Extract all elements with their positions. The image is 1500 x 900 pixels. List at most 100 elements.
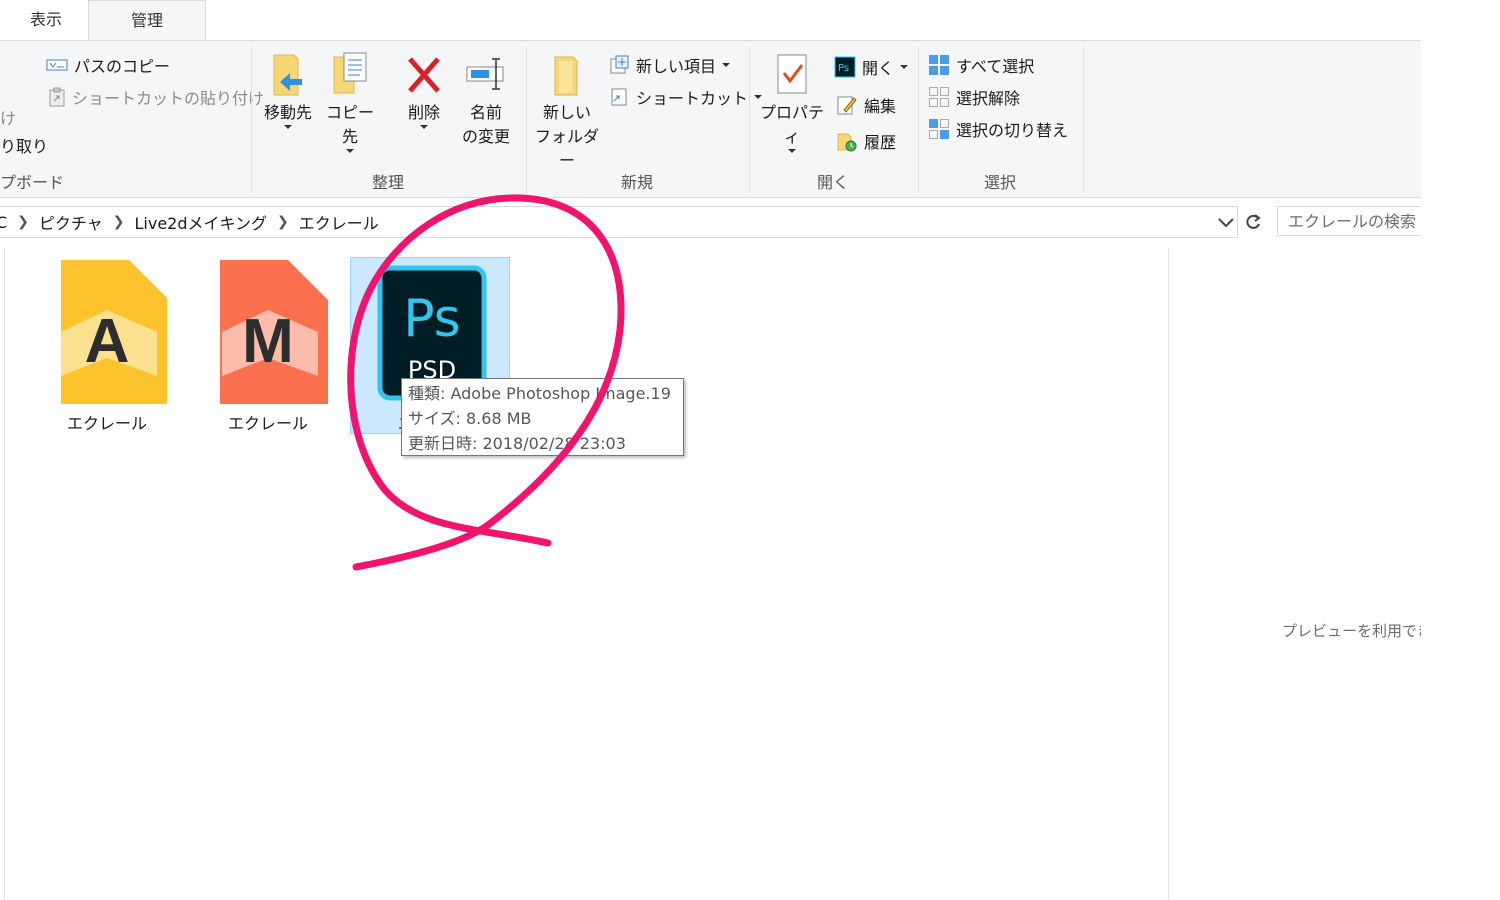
address-dropdown-icon[interactable]: [1216, 213, 1236, 231]
rename-label-line1: 名前: [469, 103, 502, 122]
delete-button[interactable]: 削除: [398, 51, 450, 129]
svg-text:Ps: Ps: [403, 289, 461, 349]
file-item[interactable]: A エクレール: [28, 258, 186, 434]
new-folder-label-line1: 新しい: [542, 103, 591, 122]
open-label: 開く: [862, 59, 895, 78]
edit-label: 編集: [864, 97, 897, 116]
breadcrumb-item-live2d[interactable]: Live2dメイキング: [134, 210, 267, 234]
breadcrumb-chevron-icon[interactable]: ❯: [113, 214, 125, 230]
delete-dropdown-icon: [420, 125, 428, 129]
shortcut-label: ショートカット: [636, 89, 749, 108]
new-group-label: 新規: [620, 173, 653, 192]
history-label: 履歴: [864, 133, 897, 152]
select-all-label: すべて選択: [956, 57, 1035, 76]
rename-icon: [466, 58, 504, 90]
history-button[interactable]: 履歴: [836, 129, 896, 153]
rename-button[interactable]: 名前 の変更: [455, 51, 517, 147]
tooltip-type: 種類: Adobe Photoshop Image.19: [408, 384, 671, 403]
partial-clipboard-item[interactable]: け: [0, 105, 16, 129]
ribbon: パスのコピー ショートカットの貼り付け け り取り プボード 移動先 コピー先 …: [0, 40, 1421, 198]
refresh-button[interactable]: [1240, 206, 1266, 238]
move-to-label: 移動先: [263, 103, 312, 122]
search-input[interactable]: エクレールの検索: [1277, 206, 1421, 236]
rename-label-line2: の変更: [461, 127, 510, 146]
new-item-icon: [610, 55, 629, 74]
cut-label: り取り: [0, 137, 49, 156]
history-icon: [837, 133, 857, 152]
breadcrumb-chevron-icon[interactable]: ❯: [17, 214, 29, 230]
new-item-label: 新しい項目: [636, 57, 717, 76]
svg-text:A: A: [85, 307, 130, 376]
copy-to-button[interactable]: コピー先: [320, 51, 380, 153]
animate-doc-icon: M: [220, 260, 328, 404]
address-bar[interactable]: C ❯ ピクチャ ❯ Live2dメイキング ❯ エクレール: [0, 206, 1238, 238]
partial-clipboard-label: け: [0, 109, 17, 128]
copy-to-label: コピー先: [325, 103, 374, 146]
tab-manage-label: 管理: [130, 11, 163, 30]
select-none-label: 選択解除: [956, 89, 1021, 108]
select-none-button[interactable]: 選択解除: [928, 85, 1020, 109]
breadcrumb-chevron-icon[interactable]: ❯: [277, 214, 289, 230]
file-name: エクレール: [227, 414, 308, 433]
open-group-label: 開く: [816, 173, 849, 192]
edit-icon: [837, 96, 857, 115]
file-item[interactable]: M エクレール: [189, 258, 347, 434]
breadcrumb-item-eclair[interactable]: エクレール: [299, 210, 379, 234]
paste-shortcut-icon: [49, 87, 65, 107]
photoshop-app-icon: Ps: [834, 56, 856, 78]
new-folder-icon: [554, 56, 578, 96]
breadcrumb-item-pictures[interactable]: ピクチャ: [39, 210, 103, 234]
select-all-icon: [929, 55, 949, 75]
delete-label: 削除: [407, 103, 440, 122]
move-to-icon: [273, 54, 302, 96]
search-placeholder: エクレールの検索: [1288, 212, 1417, 231]
breadcrumb-item-pc[interactable]: C: [0, 213, 7, 232]
edit-button[interactable]: 編集: [836, 93, 896, 117]
copy-to-dropdown-icon: [346, 149, 354, 153]
select-group-label: 選択: [983, 173, 1016, 192]
move-to-dropdown-icon: [284, 125, 292, 129]
tab-manage[interactable]: 管理: [88, 0, 206, 42]
copy-path-label: パスのコピー: [74, 57, 171, 76]
select-none-icon: [929, 87, 949, 107]
cut-button[interactable]: り取り: [0, 133, 48, 157]
invert-selection-button[interactable]: 選択の切り替え: [928, 117, 1068, 141]
pane-border: [4, 248, 5, 900]
preview-message: プレビューを利用でき: [1282, 622, 1421, 640]
open-button[interactable]: Ps 開く: [834, 55, 909, 79]
group-separator: [1083, 47, 1084, 193]
properties-button[interactable]: プロパティ: [754, 51, 830, 153]
ribbon-tabs: 表示 管理: [0, 0, 1421, 42]
svg-text:M: M: [242, 307, 294, 376]
delete-icon: [408, 57, 440, 93]
new-folder-label-line2: フォルダー: [534, 127, 599, 170]
invert-selection-icon: [929, 119, 949, 139]
tab-view-label: 表示: [29, 10, 62, 29]
new-item-button[interactable]: 新しい項目: [608, 53, 731, 77]
properties-dropdown-icon: [788, 149, 796, 153]
svg-text:Ps: Ps: [838, 63, 849, 74]
move-to-button[interactable]: 移動先: [258, 51, 318, 129]
clipboard-group-label: プボード: [0, 173, 65, 192]
invert-selection-label: 選択の切り替え: [956, 121, 1069, 140]
refresh-icon: [1246, 214, 1261, 229]
new-item-dropdown-icon: [722, 63, 731, 67]
shortcut-icon: [611, 88, 627, 106]
preview-pane-border[interactable]: [1168, 248, 1169, 900]
illustrator-doc-icon: A: [61, 260, 167, 404]
organize-group-label: 整理: [371, 173, 404, 192]
copy-path-button[interactable]: パスのコピー: [46, 53, 170, 77]
tab-view[interactable]: 表示: [0, 0, 92, 40]
select-all-button[interactable]: すべて選択: [928, 53, 1034, 77]
copy-path-icon: [46, 59, 68, 71]
paste-shortcut-label: ショートカットの貼り付け: [72, 89, 265, 108]
tooltip-modified: 更新日時: 2018/02/28 23:03: [408, 434, 626, 453]
properties-icon: [777, 54, 807, 94]
shortcut-button[interactable]: ショートカット: [608, 85, 763, 109]
new-folder-button[interactable]: 新しい フォルダー: [532, 51, 602, 171]
tooltip-size: サイズ: 8.68 MB: [408, 409, 532, 428]
file-info-tooltip: 種類: Adobe Photoshop Image.19 サイズ: 8.68 M…: [401, 378, 684, 456]
paste-shortcut-button[interactable]: ショートカットの貼り付け: [48, 85, 264, 109]
file-name: エクレール: [66, 414, 147, 433]
properties-label: プロパティ: [759, 103, 824, 146]
